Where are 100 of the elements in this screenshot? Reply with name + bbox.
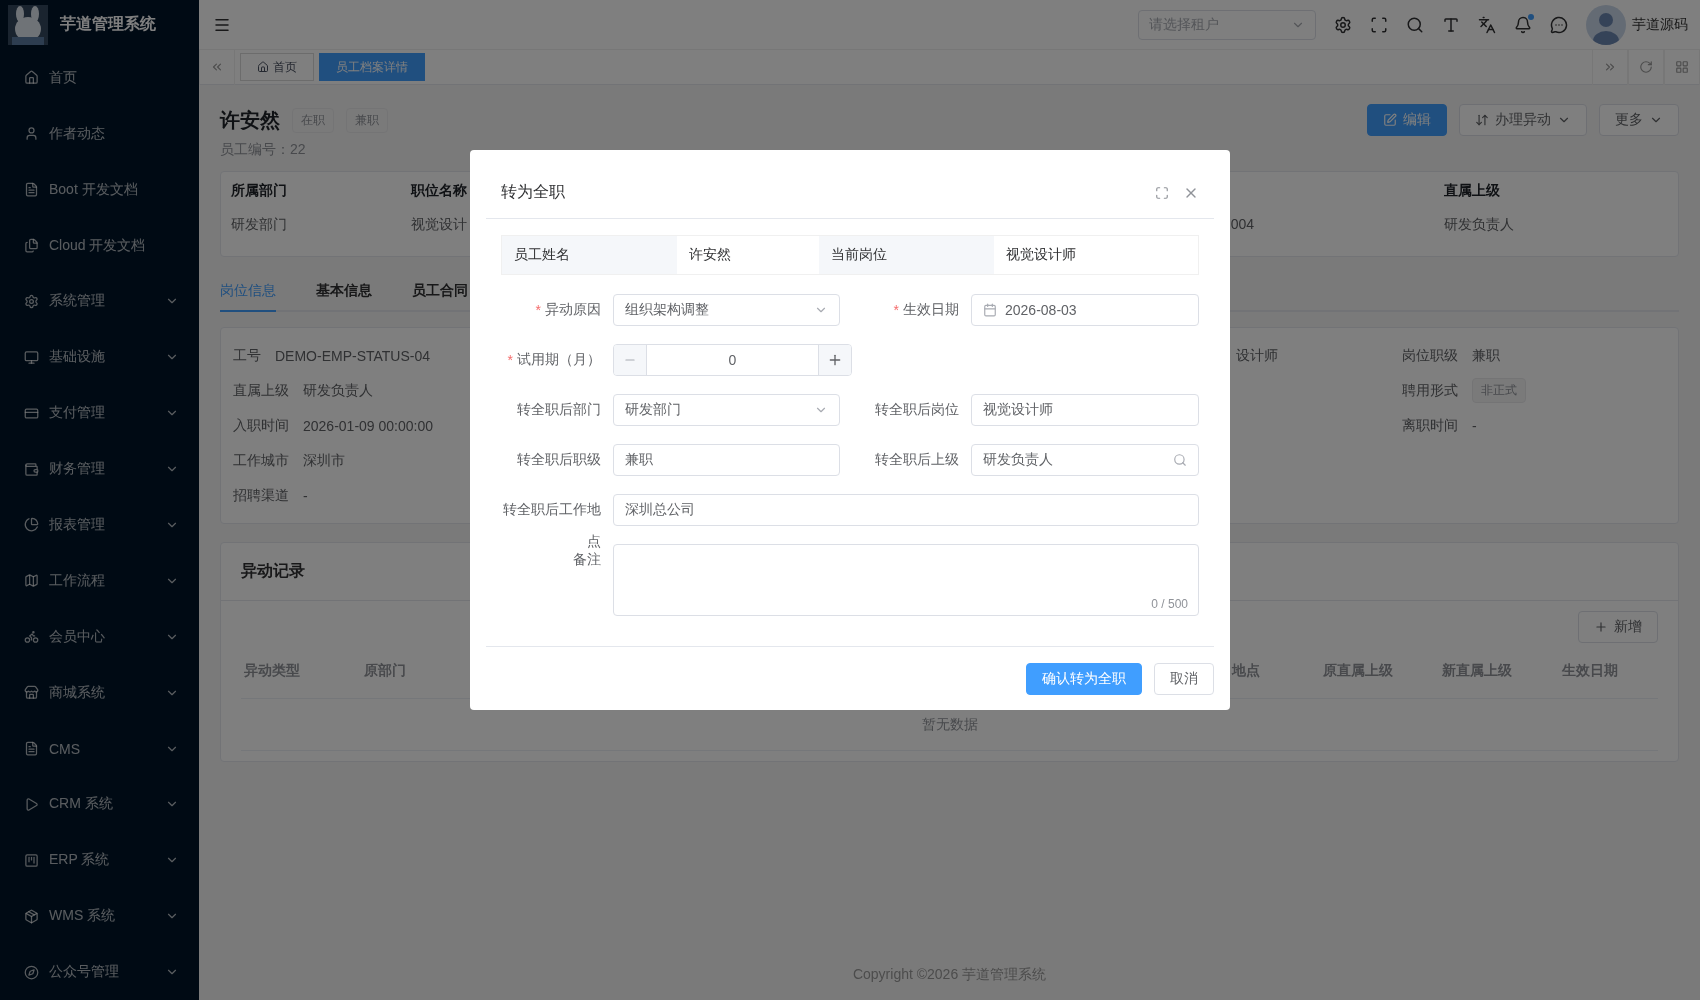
page-tab[interactable]: 首页 [240, 53, 314, 81]
grid-icon [1675, 60, 1689, 74]
field-label: 入职时间 [233, 416, 289, 435]
documents-icon [24, 238, 39, 253]
sidebar-item[interactable]: CMS [0, 720, 199, 777]
tab[interactable]: 基本信息 [316, 282, 372, 312]
refresh-icon [1639, 60, 1653, 74]
field-label: * 异动原因 [534, 300, 602, 320]
double-chevron-right-icon [1603, 60, 1617, 74]
field-label: 直属上级 [1444, 182, 1500, 200]
action-button[interactable]: 更多 [1599, 104, 1679, 136]
sidebar-item[interactable]: 商城系统 [0, 664, 199, 721]
sidebar-item[interactable]: 会员中心 [0, 608, 199, 665]
field-value: 视觉设计师 [1005, 245, 1077, 264]
translate-icon[interactable] [1478, 15, 1496, 34]
sidebar-item[interactable]: 公众号管理 [0, 944, 199, 1000]
user-name[interactable]: 芋道源码 [1632, 15, 1688, 34]
field-value: 许安然 [688, 245, 732, 264]
document-icon [24, 741, 39, 757]
field-label: 招聘渠道 [233, 486, 289, 505]
field-label: 离职时间 [1402, 416, 1458, 435]
home-icon [257, 61, 269, 73]
page-tab[interactable]: 员工档案详情 [319, 53, 425, 81]
select-field[interactable]: 组织架构调整 [613, 294, 840, 326]
action-button[interactable]: 编辑 [1367, 104, 1447, 136]
select-field[interactable]: 研发部门 [613, 394, 840, 426]
store-icon [24, 685, 39, 701]
settings-icon[interactable] [1334, 15, 1352, 34]
section-title: 异动记录 [241, 561, 305, 581]
field-label: 所属部门 [231, 182, 287, 200]
field-value: - [1472, 417, 1477, 434]
input-field[interactable]: 研发负责人 [971, 444, 1199, 476]
sidebar-item[interactable]: Cloud 开发文档 [0, 217, 199, 274]
character-counter: 0 / 500 [1151, 597, 1188, 611]
increase-button[interactable] [819, 345, 851, 375]
tab[interactable]: 员工合同 [412, 282, 468, 312]
package-icon [24, 908, 39, 924]
add-button[interactable]: 新增 [1578, 611, 1658, 643]
search-icon [1173, 453, 1187, 467]
font-size-icon[interactable] [1442, 15, 1460, 34]
input-field[interactable]: 视觉设计师 [971, 394, 1199, 426]
number-field[interactable]: 0 [613, 344, 852, 376]
field-label: 职位名称 [411, 182, 467, 200]
fullscreen-icon[interactable] [1155, 185, 1169, 200]
field-label: * 生效日期 [892, 300, 960, 320]
monitor-icon [24, 349, 39, 365]
sidebar-item[interactable]: 财务管理 [0, 441, 199, 498]
sidebar-item[interactable]: 报表管理 [0, 497, 199, 553]
field-value: 研发部门 [231, 216, 287, 234]
dialog-title: 转为全职 [501, 182, 566, 202]
sidebar-item[interactable]: ERP 系统 [0, 832, 199, 889]
tab[interactable]: 岗位信息 [220, 282, 276, 312]
field-value: 深圳市 [303, 451, 345, 470]
field-label: 聘用形式 [1402, 381, 1458, 400]
kanban-icon [24, 852, 39, 868]
map-icon [24, 573, 39, 589]
arrows-icon [1475, 113, 1489, 127]
grid-button[interactable] [1664, 49, 1700, 85]
plus-icon [827, 352, 843, 368]
calendar-icon [983, 303, 997, 317]
field-value: 004 [1230, 216, 1255, 234]
sidebar-item[interactable]: 作者动态 [0, 105, 199, 162]
sidebar-item[interactable]: CRM 系统 [0, 776, 199, 833]
wallet-icon [24, 461, 39, 477]
double-chevron-left-icon [210, 60, 224, 74]
play-icon [24, 796, 39, 812]
date-field[interactable]: 2026-08-03 [971, 294, 1199, 326]
sidebar-item[interactable]: 首页 [0, 49, 199, 106]
field-label: 工作城市 [233, 451, 289, 470]
search-icon[interactable] [1406, 15, 1424, 34]
sidebar-item[interactable]: WMS 系统 [0, 888, 199, 945]
refresh-button[interactable] [1628, 49, 1664, 85]
sidebar-item[interactable]: 基础设施 [0, 329, 199, 386]
field-label: 转全职后部门 [516, 400, 602, 419]
input-field[interactable]: 深圳总公司 [613, 494, 1199, 526]
field-label: 当前岗位 [819, 236, 994, 274]
dialog-button[interactable]: 确认转为全职 [1026, 663, 1142, 695]
dialog-button[interactable]: 取消 [1154, 663, 1214, 695]
sidebar-item[interactable]: Boot 开发文档 [0, 161, 199, 218]
sidebar-item[interactable]: 系统管理 [0, 273, 199, 330]
sidebar-item[interactable]: 工作流程 [0, 552, 199, 609]
field-label: * 试用期（月） [506, 350, 602, 370]
message-icon[interactable] [1550, 15, 1568, 34]
user-avatar[interactable] [1586, 4, 1626, 45]
field-label: 点 备注 [572, 532, 601, 569]
textarea-field[interactable]: 0 / 500 [613, 544, 1199, 616]
input-field[interactable]: 兼职 [613, 444, 840, 476]
field-label: 转全职后上级 [874, 450, 960, 469]
bell-icon[interactable] [1514, 15, 1532, 34]
plus-icon [1594, 620, 1608, 634]
field-label: 转全职后职级 [516, 450, 602, 469]
field-value: 2026-01-09 00:00:00 [303, 417, 433, 434]
employee-name: 许安然 [220, 107, 280, 133]
fullscreen-icon[interactable] [1370, 15, 1388, 34]
action-button[interactable]: 办理异动 [1459, 104, 1587, 136]
sidebar-item[interactable]: 支付管理 [0, 385, 199, 442]
gear-icon [24, 293, 39, 309]
app-title: 芋道管理系统 [60, 14, 156, 35]
user-icon [24, 126, 39, 142]
document-icon [24, 182, 39, 198]
